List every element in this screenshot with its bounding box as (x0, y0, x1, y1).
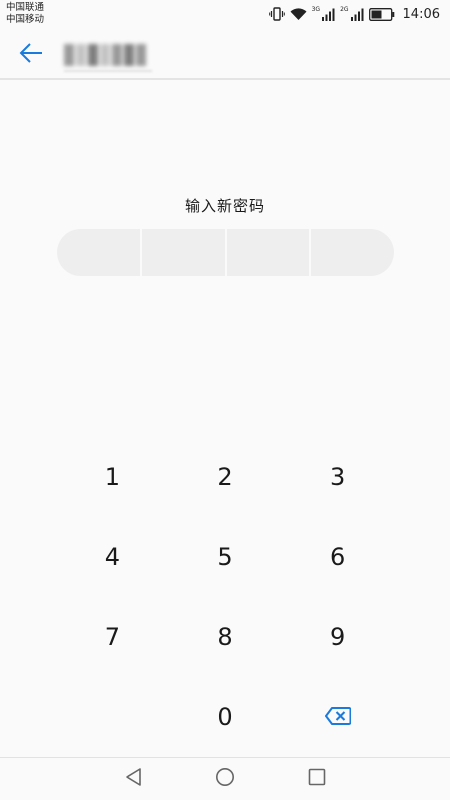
network-type-2: 2G (340, 6, 349, 13)
status-time: 14:06 (402, 6, 440, 22)
signal-icon (350, 8, 364, 21)
key-4[interactable]: 4 (56, 517, 169, 597)
pin-digit-box-3 (224, 229, 310, 276)
title-underline (64, 70, 152, 72)
status-icons: 3G 2G 14:06 (268, 5, 440, 23)
pin-prompt: 输入新密码 (184, 197, 265, 215)
pin-digit-box-1 (57, 229, 140, 276)
carrier-2: 中国移动 (6, 14, 45, 25)
key-6[interactable]: 6 (281, 517, 394, 597)
key-3[interactable]: 3 (281, 437, 394, 517)
keypad-spacer (56, 677, 169, 757)
vibrate-icon (268, 7, 285, 21)
key-0[interactable]: 0 (169, 677, 282, 757)
battery-icon (368, 7, 395, 21)
title-bar (0, 30, 450, 80)
carrier-1: 中国联通 (6, 2, 45, 13)
arrow-left-icon (19, 42, 43, 68)
backspace-icon (324, 703, 352, 731)
nav-home-button[interactable] (210, 766, 240, 792)
key-1[interactable]: 1 (56, 437, 169, 517)
pin-digit-box-2 (139, 229, 225, 276)
system-nav-bar (0, 757, 450, 800)
pin-digit-box-4 (309, 229, 394, 276)
home-circle-icon (215, 767, 235, 791)
carrier-info: 中国联通 中国移动 (6, 2, 44, 26)
numeric-keypad: 1 2 3 4 5 6 7 8 9 0 (56, 437, 394, 757)
key-9[interactable]: 9 (281, 597, 394, 677)
back-triangle-icon (125, 767, 143, 791)
network-type-1: 3G (311, 6, 321, 13)
key-8[interactable]: 8 (169, 597, 282, 677)
nav-recents-button[interactable] (302, 766, 332, 792)
status-bar: 中国联通 中国移动 3G 2G 14:06 (0, 0, 450, 30)
back-button[interactable] (16, 41, 46, 69)
pin-input-field[interactable] (57, 229, 394, 276)
wifi-icon (290, 7, 307, 21)
key-7[interactable]: 7 (56, 597, 169, 677)
delete-button[interactable] (281, 677, 394, 757)
key-5[interactable]: 5 (169, 517, 282, 597)
recents-square-icon (308, 768, 326, 790)
page-title-obscured (64, 44, 152, 66)
key-2[interactable]: 2 (169, 437, 282, 517)
signal-icon (322, 8, 335, 21)
nav-back-button[interactable] (119, 766, 149, 792)
